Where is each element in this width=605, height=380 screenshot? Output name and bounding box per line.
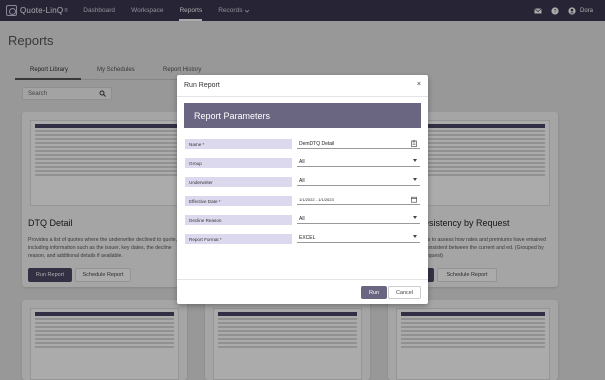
close-icon[interactable]: × xyxy=(417,81,421,88)
chevron-down-icon xyxy=(413,178,417,181)
param-label-effective-date: Effective Date * xyxy=(185,196,292,206)
param-label-underwriter: Underwriter xyxy=(185,177,292,187)
chevron-down-icon xyxy=(413,216,417,219)
group-select[interactable]: All xyxy=(297,157,420,167)
underwriter-value: All xyxy=(299,177,305,184)
underwriter-select[interactable]: All xyxy=(297,176,420,186)
calendar-icon[interactable] xyxy=(411,196,417,203)
cancel-button[interactable]: Cancel xyxy=(388,286,421,299)
effective-date-value: 1/1/2022 - 1/1/2023 xyxy=(299,197,334,202)
param-label-report-format: Report Format * xyxy=(185,234,292,244)
param-label-name: Name * xyxy=(185,139,292,149)
parameters-banner: Report Parameters xyxy=(184,103,421,128)
banner-title: Report Parameters xyxy=(194,110,271,121)
run-button[interactable]: Run xyxy=(361,286,387,299)
divider xyxy=(177,96,428,97)
name-field[interactable]: DemDTQ Detail xyxy=(297,139,420,149)
report-format-select[interactable]: EXCEL xyxy=(297,233,420,243)
report-format-value: EXCEL xyxy=(299,234,316,241)
param-label-group: Group xyxy=(185,158,292,168)
chevron-down-icon xyxy=(413,159,417,162)
decline-reason-select[interactable]: All xyxy=(297,214,420,224)
name-value: DemDTQ Detail xyxy=(299,140,335,147)
effective-date-field[interactable]: 1/1/2022 - 1/1/2023 xyxy=(297,195,420,205)
dialog-title: Run Report xyxy=(184,82,220,89)
divider xyxy=(177,279,428,280)
decline-reason-value: All xyxy=(299,215,305,222)
clipboard-icon[interactable] xyxy=(411,140,417,147)
param-label-decline-reason: Decline Reason xyxy=(185,215,292,225)
run-report-dialog: Run Report × Report Parameters Name * De… xyxy=(177,75,428,304)
chevron-down-icon xyxy=(413,235,417,238)
group-value: All xyxy=(299,158,305,165)
